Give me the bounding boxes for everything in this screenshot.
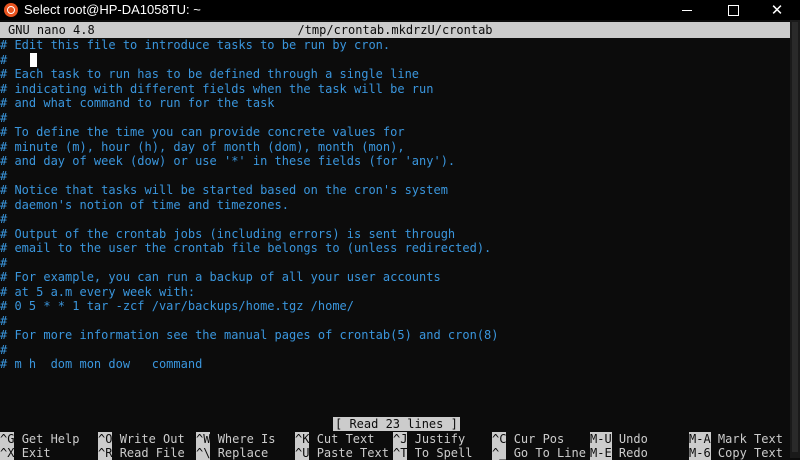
shortcut-label: Cut Text bbox=[316, 432, 375, 446]
editor-line[interactable]: # To define the time you can provide con… bbox=[0, 125, 405, 140]
editor-line[interactable]: # at 5 a.m every week with: bbox=[0, 285, 195, 300]
editor-line[interactable]: # m h dom mon dow command bbox=[0, 357, 202, 372]
shortcut-key: ^O bbox=[98, 432, 113, 446]
editor-line[interactable]: # and what command to run for the task bbox=[0, 96, 275, 111]
shortcut-label: Undo bbox=[618, 432, 648, 446]
minimize-button[interactable] bbox=[664, 0, 710, 20]
editor-line[interactable]: # bbox=[0, 53, 7, 68]
shortcut-key: ^G bbox=[0, 432, 15, 446]
shortcut-cur-pos[interactable]: ^C Cur Pos bbox=[492, 432, 564, 446]
editor-line[interactable]: # Output of the crontab jobs (including … bbox=[0, 227, 455, 242]
shortcut-label: Where Is bbox=[217, 432, 276, 446]
nano-version: GNU nano 4.8 bbox=[8, 23, 95, 37]
shortcut-label: Cur Pos bbox=[513, 432, 565, 446]
editor-line[interactable]: # and day of week (dow) or use '*' in th… bbox=[0, 154, 455, 169]
file-name: /tmp/crontab.mkdrzU/crontab bbox=[297, 23, 493, 37]
editor-line[interactable]: # For example, you can run a backup of a… bbox=[0, 270, 441, 285]
scrollbar-thumb[interactable] bbox=[792, 22, 798, 452]
minimize-icon bbox=[682, 9, 692, 11]
close-icon: ✕ bbox=[770, 1, 784, 19]
editor-line[interactable]: # bbox=[0, 343, 7, 358]
shortcut-key: ^W bbox=[196, 432, 211, 446]
editor-area[interactable]: # Edit this file to introduce tasks to b… bbox=[0, 38, 790, 418]
ubuntu-icon[interactable] bbox=[4, 3, 18, 17]
editor-line[interactable]: # daemon's notion of time and timezones. bbox=[0, 198, 289, 213]
editor-line[interactable]: # Each task to run has to be defined thr… bbox=[0, 67, 419, 82]
title-bar[interactable]: Select root@HP-DA1058TU: ~ ✕ bbox=[0, 0, 800, 20]
status-message: [ Read 23 lines ] bbox=[333, 417, 460, 431]
editor-line[interactable]: # 0 5 * * 1 tar -zcf /var/backups/home.t… bbox=[0, 299, 354, 314]
editor-line[interactable]: # bbox=[0, 169, 7, 184]
terminal-window: Select root@HP-DA1058TU: ~ ✕ /tmp/cronta… bbox=[0, 0, 800, 460]
editor-line[interactable]: # bbox=[0, 256, 7, 271]
maximize-button[interactable] bbox=[710, 0, 756, 20]
shortcut-key: ^C bbox=[492, 432, 507, 446]
shortcut-get-help[interactable]: ^G Get Help bbox=[0, 432, 79, 446]
editor-line[interactable]: # minute (m), hour (h), day of month (do… bbox=[0, 140, 405, 155]
editor-line[interactable]: # bbox=[0, 212, 7, 227]
editor-line[interactable]: # indicating with different fields when … bbox=[0, 82, 433, 97]
shortcut-label: Mark Text bbox=[717, 432, 783, 446]
editor-line[interactable]: # Notice that tasks will be started base… bbox=[0, 183, 448, 198]
editor-line[interactable]: # For more information see the manual pa… bbox=[0, 328, 499, 343]
text-cursor bbox=[30, 53, 37, 67]
shortcut-write-out[interactable]: ^O Write Out bbox=[98, 432, 185, 446]
editor-line[interactable]: # bbox=[0, 314, 7, 329]
window-title: Select root@HP-DA1058TU: ~ bbox=[24, 2, 201, 17]
shortcut-cut-text[interactable]: ^K Cut Text bbox=[295, 432, 374, 446]
shortcut-mark-text[interactable]: M-A Mark Text bbox=[689, 432, 783, 446]
shortcut-where-is[interactable]: ^W Where Is bbox=[196, 432, 275, 446]
editor-line[interactable]: # bbox=[0, 111, 7, 126]
shortcut-key: ^J bbox=[393, 432, 408, 446]
close-button[interactable]: ✕ bbox=[754, 0, 800, 20]
nano-header: /tmp/crontab.mkdrzU/crontab GNU nano 4.8 bbox=[0, 22, 790, 38]
shortcut-key: M-A bbox=[689, 432, 711, 446]
shortcut-key: M-U bbox=[590, 432, 612, 446]
shortcut-label: Get Help bbox=[21, 432, 80, 446]
scrollbar[interactable] bbox=[790, 20, 800, 458]
shortcut-key: ^K bbox=[295, 432, 310, 446]
editor-line[interactable]: # email to the user the crontab file bel… bbox=[0, 241, 491, 256]
editor-line[interactable]: # Edit this file to introduce tasks to b… bbox=[0, 38, 390, 53]
shortcut-undo[interactable]: M-U Undo bbox=[590, 432, 648, 446]
shortcut-justify[interactable]: ^J Justify bbox=[393, 432, 465, 446]
shortcut-label: Justify bbox=[414, 432, 466, 446]
maximize-icon bbox=[727, 4, 739, 16]
shortcut-label: Write Out bbox=[119, 432, 185, 446]
